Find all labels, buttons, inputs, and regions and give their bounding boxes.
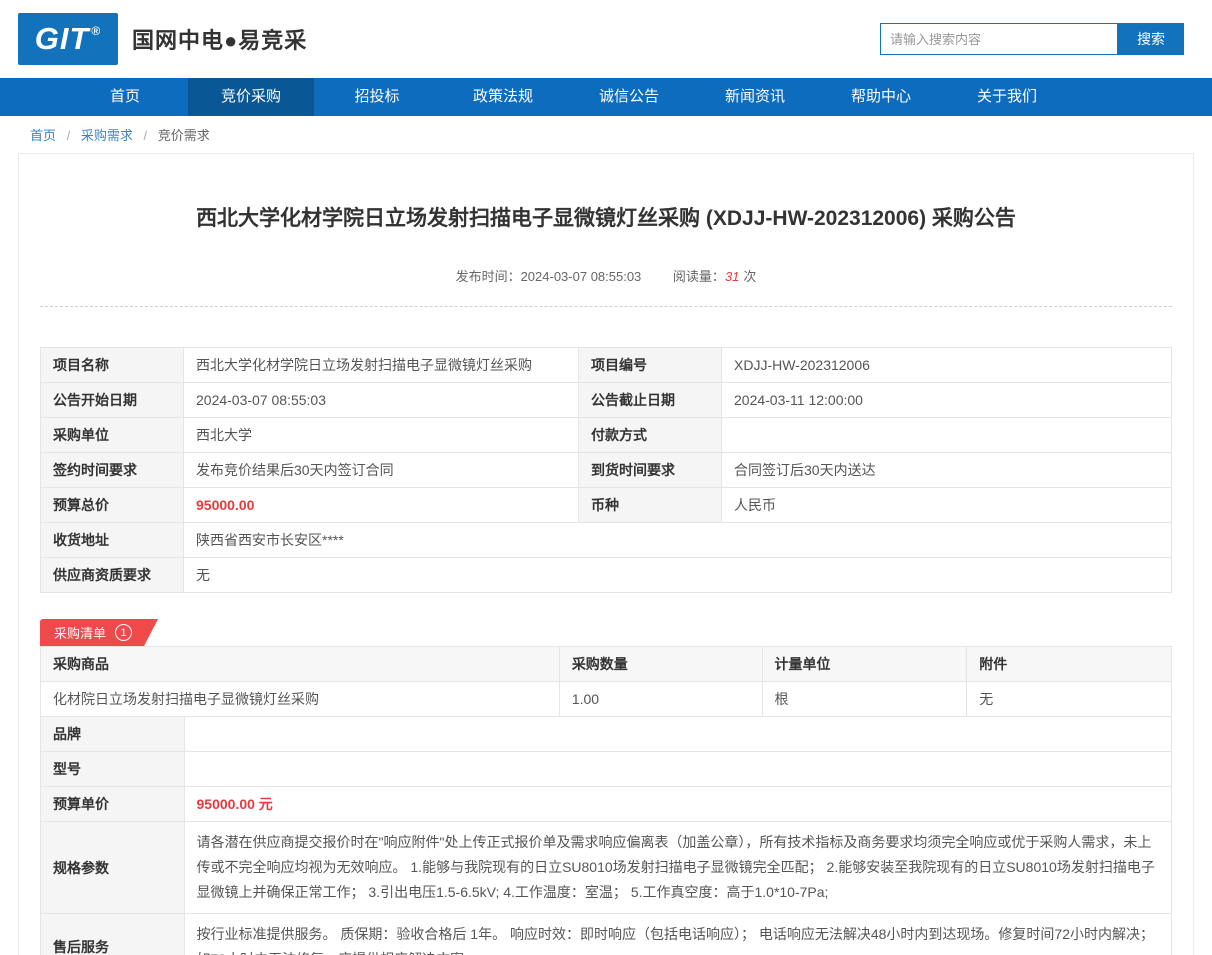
info-value-project-no: XDJJ-HW-202312006 (721, 347, 1172, 383)
nav-item-credit-notices[interactable]: 诚信公告 (566, 78, 692, 116)
breadcrumb-separator: / (66, 128, 71, 143)
purchase-list-count-badge: 1 (115, 624, 132, 641)
col-header-quantity: 采购数量 (558, 646, 763, 682)
info-value-start-date: 2024-03-07 08:55:03 (183, 382, 579, 418)
views-label: 阅读量： (672, 269, 725, 284)
breadcrumb-current-page: 竞价需求 (157, 128, 210, 143)
detail-label-after-sales: 售后服务 (40, 913, 185, 955)
info-value-total-budget: 95000.00 (183, 487, 579, 523)
nav-item-policies[interactable]: 政策法规 (440, 78, 566, 116)
item-product: 化材院日立场发射扫描电子显微镜灯丝采购 (40, 681, 560, 717)
detail-label-specifications: 规格参数 (40, 821, 185, 914)
info-label-supplier-qualification: 供应商资质要求 (40, 557, 184, 593)
breadcrumb-home-link[interactable]: 首页 (30, 128, 56, 143)
detail-label-unit-budget: 预算单价 (40, 786, 185, 822)
info-label-signing-time: 签约时间要求 (40, 452, 184, 488)
item-quantity: 1.00 (558, 681, 763, 717)
detail-value-model (183, 751, 1172, 787)
info-label-start-date: 公告开始日期 (40, 382, 184, 418)
search-button[interactable]: 搜索 (1118, 23, 1184, 55)
info-value-end-date: 2024-03-11 12:00:00 (721, 382, 1172, 418)
detail-label-brand: 品牌 (40, 716, 185, 752)
top-header: GIT® 国网中电●易竞采 搜索 (0, 0, 1212, 78)
detail-value-unit-budget: 95000.00 元 (183, 786, 1172, 822)
info-label-currency: 币种 (578, 487, 722, 523)
info-label-project-no: 项目编号 (578, 347, 722, 383)
nav-item-bidding-purchase[interactable]: 竞价采购 (188, 78, 314, 116)
info-value-project-name: 西北大学化材学院日立场发射扫描电子显微镜灯丝采购 (183, 347, 579, 383)
registered-mark-icon: ® (91, 24, 102, 38)
views-unit: 次 (743, 269, 757, 284)
purchase-list-tab-label: 采购清单 (54, 626, 107, 641)
search-area: 搜索 (880, 23, 1184, 55)
breadcrumb-separator: / (143, 128, 148, 143)
table-row: 预算总价 95000.00 币种 人民币 (40, 487, 1172, 523)
info-value-supplier-qualification: 无 (183, 557, 1172, 593)
col-header-attachment: 附件 (966, 646, 1172, 682)
project-info-table: 项目名称 西北大学化材学院日立场发射扫描电子显微镜灯丝采购 项目编号 XDJJ-… (40, 347, 1172, 593)
info-label-project-name: 项目名称 (40, 347, 184, 383)
table-row: 供应商资质要求 无 (40, 557, 1172, 593)
page-title: 西北大学化材学院日立场发射扫描电子显微镜灯丝采购 (XDJJ-HW-202312… (196, 207, 1016, 230)
announcement-panel: 西北大学化材学院日立场发射扫描电子显微镜灯丝采购 (XDJJ-HW-202312… (18, 153, 1194, 955)
publish-time-value: 2024-03-07 08:55:03 (520, 269, 642, 284)
info-value-delivery-time: 合同签订后30天内送达 (721, 452, 1172, 488)
info-value-payment-method (721, 417, 1172, 453)
main-nav: 首页 竞价采购 招投标 政策法规 诚信公告 新闻资讯 帮助中心 关于我们 (0, 78, 1212, 116)
article-meta: 发布时间：2024-03-07 08:55:03 阅读量：31 次 (40, 266, 1172, 285)
nav-item-tenders[interactable]: 招投标 (314, 78, 440, 116)
views-count: 31 (724, 269, 740, 284)
dashed-divider (40, 306, 1172, 307)
detail-value-after-sales: 按行业标准提供服务。 质保期：验收合格后 1年。 响应时效：即时响应（包括电话响… (183, 913, 1172, 955)
item-attachment: 无 (966, 681, 1172, 717)
info-value-signing-time: 发布竞价结果后30天内签订合同 (183, 452, 579, 488)
info-label-payment-method: 付款方式 (578, 417, 722, 453)
nav-item-home[interactable]: 首页 (62, 78, 188, 116)
logo-text: GIT (34, 21, 90, 56)
item-unit: 根 (761, 681, 968, 717)
table-row: 型号 (40, 751, 1172, 787)
info-value-currency: 人民币 (721, 487, 1172, 523)
tab-purchase-list[interactable]: 采购清单 1 (40, 619, 158, 646)
site-logo[interactable]: GIT ® (18, 13, 118, 65)
breadcrumb-purchase-demand-link[interactable]: 采购需求 (81, 128, 133, 143)
table-row: 规格参数 请各潜在供应商提交报价时在"响应附件"处上传正式报价单及需求响应偏离表… (40, 821, 1172, 914)
info-value-purchaser: 西北大学 (183, 417, 579, 453)
info-value-delivery-address: 陕西省西安市长安区**** (183, 522, 1172, 558)
table-row: 采购单位 西北大学 付款方式 (40, 417, 1172, 453)
detail-label-model: 型号 (40, 751, 185, 787)
table-header-row: 采购商品 采购数量 计量单位 附件 (40, 646, 1172, 682)
info-label-delivery-address: 收货地址 (40, 522, 184, 558)
table-row: 化材院日立场发射扫描电子显微镜灯丝采购 1.00 根 无 (40, 681, 1172, 717)
nav-item-help-center[interactable]: 帮助中心 (818, 78, 944, 116)
info-label-end-date: 公告截止日期 (578, 382, 722, 418)
info-label-delivery-time: 到货时间要求 (578, 452, 722, 488)
breadcrumb: 首页 / 采购需求 / 竞价需求 (0, 116, 1212, 153)
table-row: 收货地址 陕西省西安市长安区**** (40, 522, 1172, 558)
col-header-product: 采购商品 (40, 646, 560, 682)
table-row: 售后服务 按行业标准提供服务。 质保期：验收合格后 1年。 响应时效：即时响应（… (40, 913, 1172, 955)
detail-value-brand (183, 716, 1172, 752)
search-input[interactable] (880, 23, 1118, 55)
table-row: 公告开始日期 2024-03-07 08:55:03 公告截止日期 2024-0… (40, 382, 1172, 418)
table-row: 签约时间要求 发布竞价结果后30天内签订合同 到货时间要求 合同签订后30天内送… (40, 452, 1172, 488)
info-label-purchaser: 采购单位 (40, 417, 184, 453)
nav-item-news[interactable]: 新闻资讯 (692, 78, 818, 116)
views-group: 阅读量：31 次 (673, 269, 757, 284)
publish-time-group: 发布时间：2024-03-07 08:55:03 (456, 269, 642, 284)
table-row: 品牌 (40, 716, 1172, 752)
detail-value-specifications: 请各潜在供应商提交报价时在"响应附件"处上传正式报价单及需求响应偏离表（加盖公章… (183, 821, 1172, 914)
purchase-list-table: 采购商品 采购数量 计量单位 附件 化材院日立场发射扫描电子显微镜灯丝采购 1.… (40, 646, 1172, 955)
info-label-total-budget: 预算总价 (40, 487, 184, 523)
nav-item-about-us[interactable]: 关于我们 (944, 78, 1070, 116)
site-name: 国网中电●易竞采 (132, 28, 308, 53)
table-row: 预算单价 95000.00 元 (40, 786, 1172, 822)
col-header-unit: 计量单位 (761, 646, 968, 682)
table-row: 项目名称 西北大学化材学院日立场发射扫描电子显微镜灯丝采购 项目编号 XDJJ-… (40, 347, 1172, 383)
publish-time-label: 发布时间： (455, 269, 521, 284)
